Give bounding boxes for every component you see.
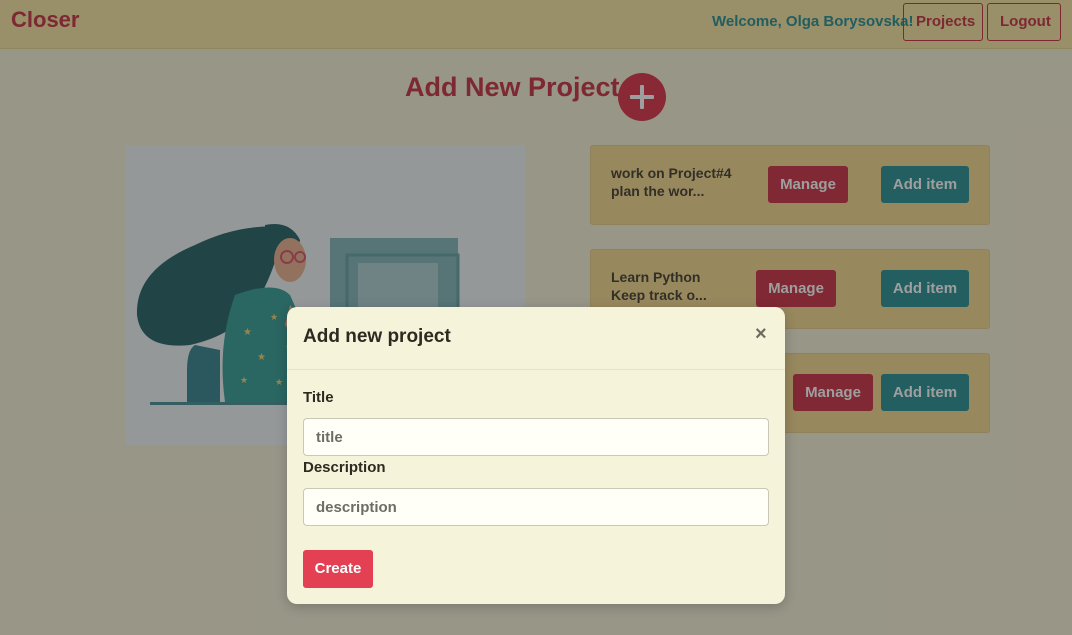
modal-header: Add new project × <box>287 307 785 370</box>
description-label: Description <box>303 459 386 476</box>
title-label: Title <box>303 389 334 406</box>
create-button[interactable]: Create <box>303 550 373 588</box>
title-input[interactable] <box>303 418 769 456</box>
add-project-modal: Add new project × Title Description Crea… <box>287 307 785 604</box>
modal-title: Add new project <box>303 326 451 347</box>
close-icon[interactable]: × <box>755 323 767 346</box>
description-input[interactable] <box>303 488 769 526</box>
